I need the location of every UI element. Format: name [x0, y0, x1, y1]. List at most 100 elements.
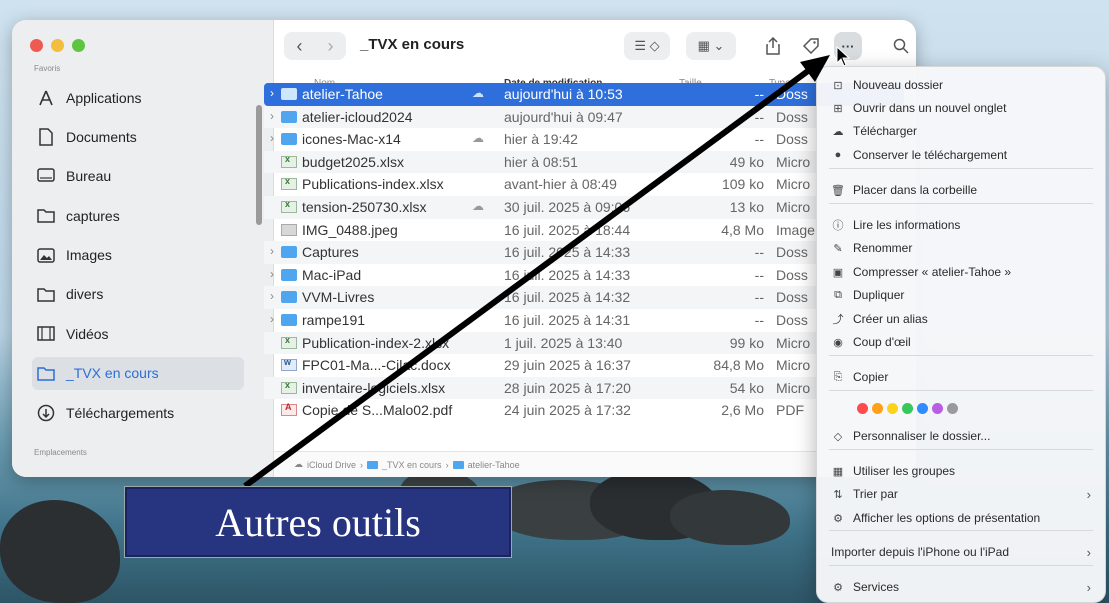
disclosure-triangle-icon[interactable]: ›: [270, 86, 280, 100]
menu-item[interactable]: ⇅ Trier par ›: [817, 483, 1105, 505]
disclosure-triangle-icon[interactable]: ›: [270, 244, 280, 258]
menu-item[interactable]: 🗑 Placer dans la corbeille: [817, 179, 1105, 201]
file-name: budget2025.xlsx: [302, 153, 404, 170]
file-row[interactable]: › atelier-icloud2024 aujourd'hui à 09:47 --…: [264, 105, 904, 129]
disclosure-triangle-icon[interactable]: ›: [270, 312, 280, 326]
sidebar-item[interactable]: Applications: [32, 81, 244, 114]
file-row[interactable]: budget2025.xlsx hier à 08:51 49 ko Micro: [264, 150, 904, 174]
sidebar-item[interactable]: divers: [32, 278, 244, 311]
menu-item[interactable]: ▣ Compresser « atelier-Tahoe »: [817, 261, 1105, 283]
menu-item[interactable]: ⧉ Dupliquer: [817, 284, 1105, 306]
annotation-callout: Autres outils: [124, 486, 512, 558]
disclosure-triangle-icon[interactable]: ›: [270, 109, 280, 123]
menu-item[interactable]: ▦ Utiliser les groupes: [817, 460, 1105, 482]
film-icon: [36, 325, 56, 343]
minimize-button[interactable]: [51, 39, 64, 52]
tag-button[interactable]: [796, 32, 826, 60]
sidebar-item[interactable]: Téléchargements: [32, 396, 244, 429]
menu-item-label: Télécharger: [853, 124, 918, 138]
file-kind: Doss: [776, 86, 808, 102]
sidebar-item[interactable]: Documents: [32, 120, 244, 153]
menu-item[interactable]: ⚙ Afficher les options de présentation: [817, 507, 1105, 529]
menu-item[interactable]: ● Conserver le téléchargement: [817, 144, 1105, 166]
file-row[interactable]: tension-250730.xlsx ☁ 30 juil. 2025 à 09:0…: [264, 195, 904, 219]
menu-item-label: Nouveau dossier: [853, 78, 944, 92]
menu-item[interactable]: ⚙ Services ›: [817, 576, 1105, 598]
path-segment[interactable]: atelier-Tahoe: [468, 460, 520, 470]
file-row[interactable]: › atelier-Tahoe ☁ aujourd'hui à 10:53 -- Doss: [264, 83, 904, 106]
menu-item-label: Afficher les options de présentation: [853, 511, 1041, 525]
file-kind: Micro: [776, 176, 811, 193]
menu-item[interactable]: ⎘ Copier: [817, 366, 1105, 388]
file-date: aujourd'hui à 10:53: [504, 86, 623, 102]
tag-color-dot[interactable]: [872, 403, 883, 414]
file-row[interactable]: IMG_0488.jpeg 16 juil. 2025 à 18:44 4,8 Mo…: [264, 219, 904, 242]
menu-item[interactable]: ☁ Télécharger: [817, 120, 1105, 142]
folder-icon: [281, 88, 297, 100]
file-size: 109 ko: [721, 176, 764, 193]
group-button[interactable]: ▦ ⌄: [686, 32, 736, 60]
menu-item[interactable]: ⊞ Ouvrir dans un nouvel onglet: [817, 97, 1105, 119]
pdf-icon: [281, 402, 297, 417]
cloud-download-icon[interactable]: ☁: [472, 131, 486, 145]
photo-icon: [36, 246, 56, 264]
compress-icon: ▣: [832, 266, 844, 279]
tag-color-dot[interactable]: [887, 403, 898, 414]
disclosure-triangle-icon[interactable]: ›: [270, 131, 280, 145]
menu-item[interactable]: ✎ Renommer: [817, 237, 1105, 259]
menu-item[interactable]: ◉ Coup d'œil: [817, 331, 1105, 353]
sidebar-scrollbar[interactable]: [256, 105, 262, 225]
file-row[interactable]: Publication-index-2.xlsx 1 juil. 2025 à 1…: [264, 331, 904, 355]
menu-item[interactable]: ⊡ Nouveau dossier: [817, 74, 1105, 96]
tag-color-dot[interactable]: [932, 403, 943, 414]
zoom-button[interactable]: [72, 39, 85, 52]
menu-item[interactable]: ⤴ Créer un alias: [817, 308, 1105, 330]
back-button[interactable]: ‹: [297, 36, 303, 57]
forward-button[interactable]: ›: [328, 36, 334, 57]
file-row[interactable]: › Captures 16 juil. 2025 à 14:33 -- Doss: [264, 241, 904, 264]
disclosure-triangle-icon[interactable]: ›: [270, 289, 280, 303]
sidebar-item[interactable]: Images: [32, 239, 244, 272]
menu-separator: [829, 565, 1093, 566]
share-button[interactable]: [758, 32, 788, 60]
menu-item-label: Compresser « atelier-Tahoe »: [853, 265, 1012, 279]
path-segment[interactable]: _TVX en cours: [382, 460, 442, 470]
file-row[interactable]: › rampe191 16 juil. 2025 à 14:31 -- Doss: [264, 309, 904, 332]
menu-item[interactable]: ◇ Personnaliser le dossier...: [817, 425, 1105, 447]
cloud-download-icon[interactable]: ☁: [472, 86, 486, 100]
tag-color-dot[interactable]: [917, 403, 928, 414]
cloud-download-icon: ☁: [832, 125, 844, 138]
navigation-buttons: ‹ ›: [284, 32, 346, 60]
folder-icon: [36, 364, 56, 382]
file-row[interactable]: Copie de S...Malo02.pdf 24 juin 2025 à 17…: [264, 399, 904, 422]
file-row[interactable]: FPC01-Ma...-Cilac.docx 29 juin 2025 à 16:…: [264, 354, 904, 377]
view-mode-button[interactable]: ☰ ◇: [624, 32, 670, 60]
menu-item[interactable]: Importer depuis l'iPhone ou l'iPad ›: [817, 541, 1105, 563]
sidebar-item[interactable]: Vidéos: [32, 317, 244, 350]
sidebar-item[interactable]: captures: [32, 199, 244, 232]
menu-item[interactable]: ⓘ Lire les informations: [817, 214, 1105, 236]
view-options-icon: ⚙: [833, 512, 843, 525]
file-row[interactable]: › VVM-Livres 16 juil. 2025 à 14:32 -- Doss: [264, 286, 904, 309]
file-row[interactable]: Publications-index.xlsx avant-hier à 08:4…: [264, 173, 904, 196]
file-row[interactable]: › icones-Mac-x14 ☁ hier à 19:42 -- Doss: [264, 128, 904, 151]
sidebar-list: Applications Documents Bureau captures Image…: [32, 81, 244, 436]
disclosure-triangle-icon[interactable]: ›: [270, 267, 280, 281]
folder-icon: [281, 133, 297, 146]
window-title: _TVX en cours: [360, 36, 465, 53]
tag-color-dot[interactable]: [902, 403, 913, 414]
cloud-download-icon[interactable]: ☁: [472, 199, 486, 213]
sidebar-item[interactable]: Bureau: [32, 160, 244, 193]
sidebar-item-label: Applications: [66, 89, 142, 106]
close-button[interactable]: [30, 39, 43, 52]
sidebar-item[interactable]: _TVX en cours: [32, 356, 244, 390]
file-row[interactable]: › Mac-iPad 16 juil. 2025 à 14:33 -- Doss: [264, 264, 904, 287]
file-kind: Micro: [776, 379, 811, 396]
tag-color-dot[interactable]: [947, 403, 958, 414]
sidebar-item-label: divers: [66, 286, 104, 303]
search-button[interactable]: [886, 32, 916, 60]
path-segment[interactable]: iCloud Drive: [307, 460, 356, 470]
tag-color-dot[interactable]: [857, 403, 868, 414]
file-name: inventaire-logiciels.xlsx: [302, 379, 446, 396]
file-row[interactable]: inventaire-logiciels.xlsx 28 juin 2025 à …: [264, 376, 904, 400]
